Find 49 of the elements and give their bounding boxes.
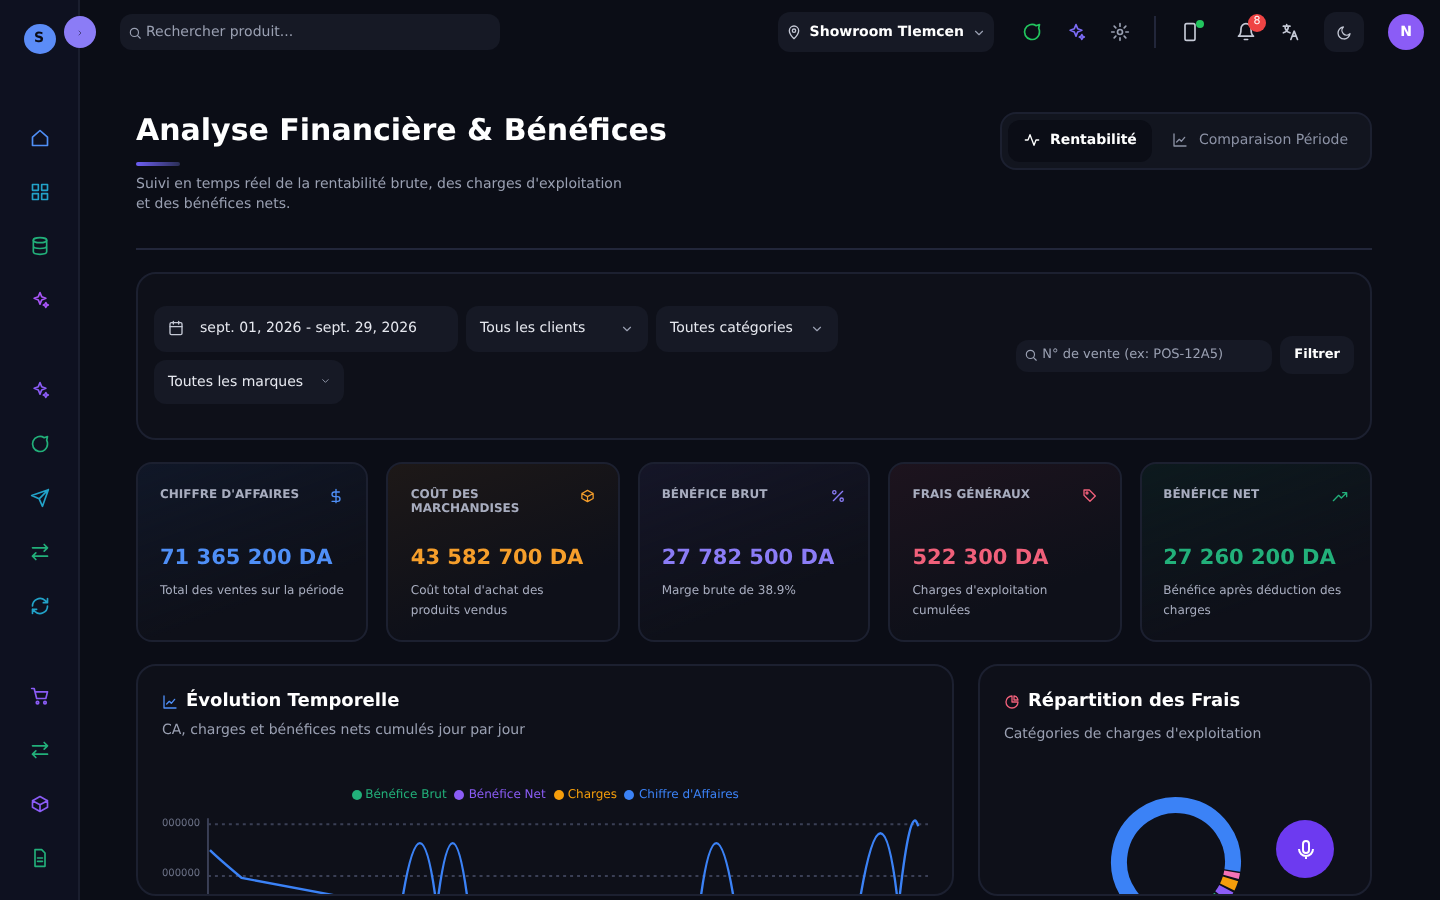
- card-title: Évolution Temporelle: [186, 689, 400, 715]
- chart-icon: [162, 694, 178, 711]
- sparkle-icon[interactable]: [29, 379, 49, 400]
- pin-icon: [785, 24, 802, 40]
- bell-icon[interactable]: [1236, 22, 1256, 42]
- box-icon[interactable]: [29, 793, 49, 814]
- database-icon[interactable]: [29, 235, 49, 256]
- percent-icon: [830, 487, 847, 503]
- trend-up-icon: [1332, 487, 1349, 503]
- stat-value: 27 260 200 DA: [1163, 543, 1338, 573]
- refresh-icon[interactable]: [29, 595, 49, 616]
- page-title: Analyse Financière & Bénéfices: [136, 110, 667, 152]
- grid-icon[interactable]: [29, 181, 49, 202]
- swap-icon[interactable]: [29, 739, 49, 760]
- dollar-icon: [328, 487, 345, 503]
- calendar-icon: [168, 320, 184, 337]
- moon-icon: [1336, 23, 1352, 41]
- search-icon: [128, 25, 142, 39]
- chart-icon: [1172, 132, 1189, 149]
- sparkle-icon[interactable]: [1066, 22, 1086, 42]
- box-icon: [580, 487, 596, 503]
- expand-button[interactable]: [64, 16, 96, 48]
- card-title: Répartition des Frais: [1028, 689, 1241, 715]
- cart-icon[interactable]: [29, 685, 49, 706]
- status-dot: [1196, 20, 1204, 28]
- chevron-down-icon: [810, 321, 824, 336]
- stat-value: 71 365 200 DA: [160, 543, 335, 573]
- translate-icon[interactable]: [1280, 22, 1300, 42]
- theme-toggle-button[interactable]: [1324, 12, 1364, 52]
- microphone-icon: [1293, 837, 1317, 861]
- chevron-down-icon: [620, 321, 634, 336]
- chat-icon[interactable]: [1022, 22, 1042, 42]
- donut-chart-drawing: [1110, 796, 1240, 893]
- document-icon[interactable]: [29, 847, 49, 868]
- stat-value: 522 300 DA: [912, 543, 1051, 573]
- stat-value: 43 582 700 DA: [410, 543, 586, 573]
- pulse-icon: [1023, 132, 1040, 149]
- chevron-down-icon: [972, 25, 986, 39]
- phone-icon[interactable]: [1180, 22, 1200, 42]
- home-icon[interactable]: [29, 127, 49, 148]
- chevron-down-icon: [319, 374, 330, 389]
- send-icon[interactable]: [29, 487, 49, 508]
- chat-icon[interactable]: [29, 433, 49, 454]
- search-icon: [1024, 348, 1039, 362]
- tag-icon: [1081, 487, 1098, 503]
- sparkle-icon[interactable]: [29, 289, 49, 310]
- swap-icon[interactable]: [29, 541, 49, 562]
- pie-chart-icon: [1004, 694, 1020, 711]
- stat-value: 27 782 500 DA: [661, 543, 837, 573]
